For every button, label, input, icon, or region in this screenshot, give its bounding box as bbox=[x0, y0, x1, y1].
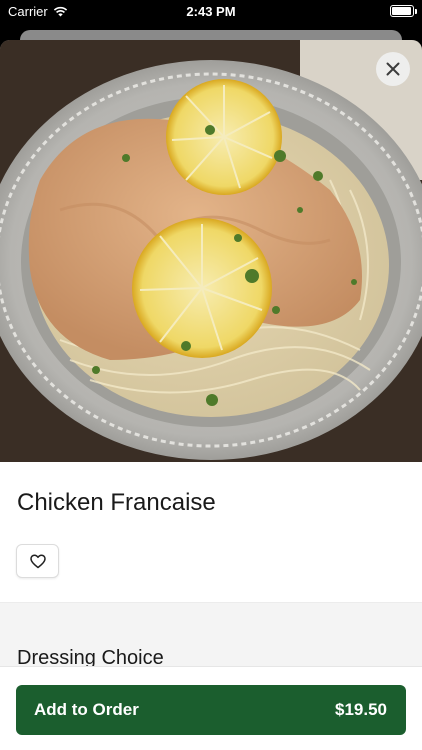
item-detail-sheet: Chicken Francaise Dressing Choice Add to… bbox=[0, 40, 422, 750]
order-price: $19.50 bbox=[335, 700, 387, 719]
item-title: Chicken Francaise bbox=[17, 489, 216, 516]
battery-icon bbox=[390, 5, 417, 17]
heart-outline-icon bbox=[29, 553, 46, 568]
add-to-order-button[interactable]: Add to Order $19.50 bbox=[16, 685, 406, 735]
favorite-button[interactable] bbox=[16, 544, 59, 578]
order-footer: Add to Order $19.50 bbox=[0, 666, 422, 750]
status-bar: Carrier 2:43 PM bbox=[0, 0, 422, 24]
add-to-order-label: Add to Order bbox=[34, 700, 139, 719]
close-button[interactable] bbox=[376, 52, 410, 86]
food-image bbox=[0, 40, 422, 462]
close-icon bbox=[386, 62, 400, 76]
item-photo bbox=[0, 40, 422, 462]
status-time: 2:43 PM bbox=[186, 4, 236, 19]
